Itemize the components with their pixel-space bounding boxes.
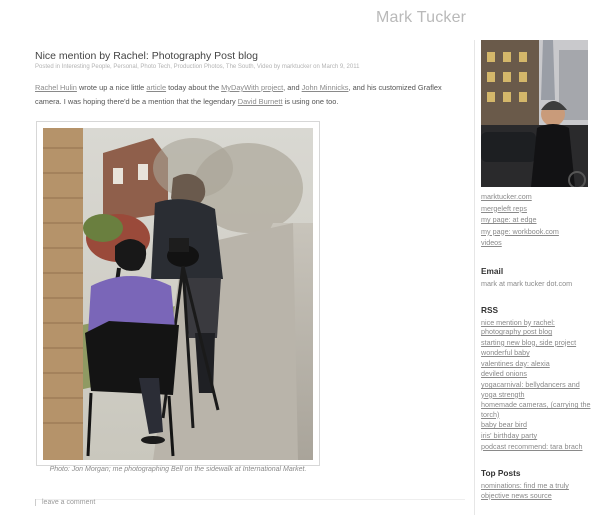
leave-comment-link[interactable]: leave a comment — [35, 499, 95, 506]
sidebar-link-mergeleft[interactable]: mergeleft reps — [481, 203, 593, 215]
email-text: mark at mark tucker dot.com — [481, 278, 573, 288]
top-post-item[interactable]: nominations: find me a truly objective n… — [481, 481, 593, 500]
post-photo-frame — [36, 121, 320, 466]
rss-item[interactable]: homemade cameras, (carrying the torch) — [481, 400, 593, 419]
rss-heading: RSS — [481, 304, 499, 315]
email-heading: Email — [481, 265, 504, 276]
rachel-hulin-link[interactable]: Rachel Hulin — [35, 83, 77, 92]
john-minnicks-link[interactable]: John Minnicks — [302, 83, 349, 92]
site-title[interactable]: Mark Tucker — [376, 9, 466, 27]
rss-item[interactable]: iris' birthday party — [481, 431, 593, 441]
mydaywith-link[interactable]: MyDayWith project — [221, 83, 283, 92]
rss-item[interactable]: nice mention by rachel: photography post… — [481, 318, 593, 337]
rss-item[interactable]: yogacarnival: bellydancers and yoga stre… — [481, 380, 593, 399]
post: Nice mention by Rachel: Photography Post… — [35, 50, 445, 109]
rss-item[interactable]: starting new blog, side project — [481, 338, 593, 348]
sidebar-link-at-edge[interactable]: my page: at edge — [481, 214, 593, 226]
sidebar-link-videos[interactable]: videos — [481, 237, 593, 249]
body-text: wrote up a nice little — [76, 83, 147, 92]
body-text: is using one too. — [282, 97, 339, 106]
photo-caption: Photo: Jon Morgan; me photographing Bell… — [49, 466, 307, 473]
post-photo[interactable] — [43, 128, 313, 460]
top-posts-list: nominations: find me a truly objective n… — [481, 481, 593, 500]
article-link[interactable]: article — [146, 83, 166, 92]
sidebar-links: marktucker.com mergeleft reps my page: a… — [481, 191, 593, 249]
rss-item[interactable]: valentines day: alexia — [481, 359, 593, 369]
post-footer-rule — [35, 499, 465, 500]
post-meta: Posted in Interesting People, Personal, … — [35, 64, 360, 70]
rss-list: nice mention by rachel: photography post… — [481, 318, 593, 452]
david-burnett-link[interactable]: David Burnett — [238, 97, 283, 106]
profile-photo[interactable] — [481, 40, 588, 187]
post-title[interactable]: Nice mention by Rachel: Photography Post… — [35, 50, 445, 62]
rss-item[interactable]: baby bear bird — [481, 420, 593, 430]
body-text: today about the — [166, 83, 222, 92]
sidebar-divider — [474, 40, 475, 515]
sidebar-link-marktucker[interactable]: marktucker.com — [481, 191, 593, 203]
rss-item[interactable]: wonderful baby — [481, 348, 593, 358]
top-posts-heading: Top Posts — [481, 468, 521, 479]
sidebar: marktucker.com mergeleft reps my page: a… — [481, 40, 593, 501]
rss-item[interactable]: podcast recommend: tara brach — [481, 442, 593, 452]
post-body: Rachel Hulin wrote up a nice little arti… — [35, 81, 445, 109]
body-text: , and — [283, 83, 302, 92]
sidebar-link-workbook[interactable]: my page: workbook.com — [481, 226, 593, 238]
rss-item[interactable]: deviled onions — [481, 369, 593, 379]
